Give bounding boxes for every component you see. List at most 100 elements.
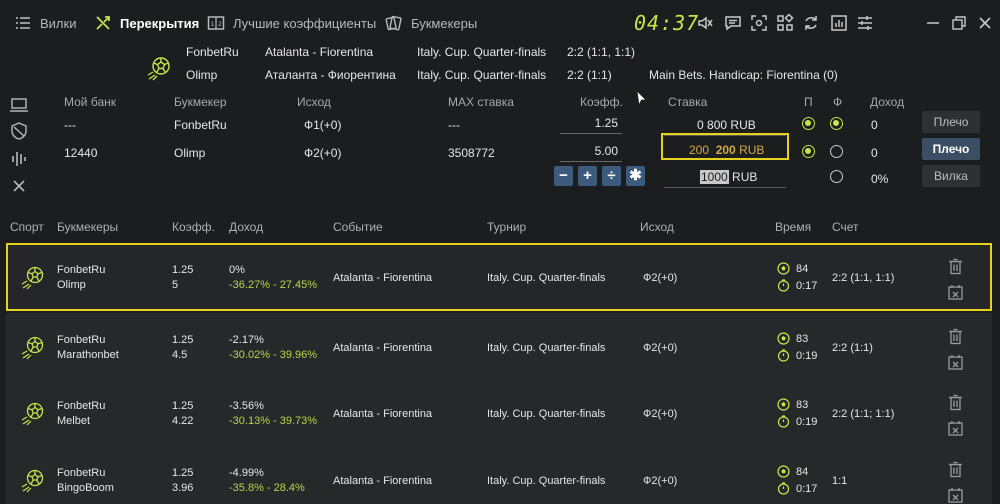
- restore-icon[interactable]: [950, 14, 968, 32]
- hide-event-icon[interactable]: [948, 487, 963, 503]
- calc-outcome-2: Ф2(+0): [304, 146, 342, 160]
- table-row[interactable]: FonbetRu Melbet 1.25 4.22 -3.56% -30.13% - 39…: [6, 379, 992, 447]
- stake-prefix-1: 0: [697, 118, 704, 132]
- screenshot-icon[interactable]: [750, 14, 768, 32]
- scoreboard-icon: 12: [207, 16, 225, 30]
- session-timer: 04:37: [634, 11, 700, 35]
- nav-forks[interactable]: Вилки: [14, 14, 76, 32]
- th-income[interactable]: Доход: [229, 220, 263, 234]
- trash-icon[interactable]: [948, 258, 963, 275]
- stake-currency-2: RUB: [739, 143, 765, 157]
- close-icon[interactable]: [976, 14, 994, 32]
- divide-button[interactable]: ÷: [602, 166, 621, 186]
- hide-event-icon[interactable]: [948, 284, 963, 300]
- row-odds-2: 4.5: [172, 349, 188, 361]
- header-max-stake: MAX ставка: [448, 95, 514, 109]
- th-odds[interactable]: Коэфф.: [172, 220, 215, 234]
- table-row[interactable]: FonbetRu Marathonbet 1.25 4.5 -2.17% -30.02% …: [6, 313, 992, 381]
- laptop-icon[interactable]: [9, 97, 29, 113]
- row-age: 0:17: [796, 483, 818, 495]
- mute-icon[interactable]: [696, 14, 714, 32]
- header-bank: Мой банк: [64, 95, 116, 109]
- stake-input-2[interactable]: 200 200 RUB: [689, 143, 764, 157]
- radio-f-total[interactable]: [830, 170, 843, 183]
- nav-best-odds[interactable]: 12 Лучшие коэффициенты: [207, 14, 376, 32]
- event-bookmaker-1: FonbetRu: [186, 45, 239, 59]
- row-bookmaker-1: FonbetRu: [57, 400, 106, 412]
- widgets-icon[interactable]: [776, 14, 794, 32]
- row-bookmaker-2: Olimp: [57, 279, 86, 291]
- header-f: Ф: [833, 95, 843, 109]
- odds-input-1[interactable]: 1.25: [560, 114, 622, 134]
- nav-best-odds-label: Лучшие коэффициенты: [233, 15, 377, 31]
- top-nav: Вилки Перекрытия 12 Лучшие коэффициенты …: [0, 0, 1000, 48]
- nav-bookmakers[interactable]: Букмекеры: [385, 14, 477, 32]
- soccer-ball-icon: [20, 264, 46, 290]
- row-bookmaker-1: FonbetRu: [57, 264, 106, 276]
- event-market-2: Main Bets. Handicap: Fiorentina (0): [649, 68, 838, 82]
- row-age: 0:19: [796, 416, 818, 428]
- header-income: Доход: [870, 95, 905, 109]
- hide-event-icon[interactable]: [948, 354, 963, 370]
- row-income-range: -30.13% - 39.73%: [229, 415, 318, 427]
- stake-input-1[interactable]: 0 800 RUB: [697, 118, 756, 132]
- row-event: Atalanta - Fiorentina: [333, 475, 433, 487]
- radio-f-1[interactable]: [830, 117, 843, 130]
- row-odds-1: 1.25: [172, 400, 194, 412]
- calc-max-stake-2: 3508772: [448, 146, 495, 160]
- trash-icon[interactable]: [948, 461, 963, 478]
- radio-f-2[interactable]: [830, 145, 843, 158]
- row-age: 0:17: [796, 280, 818, 292]
- row-tournament: Italy. Cup. Quarter-finals: [487, 272, 606, 284]
- trash-icon[interactable]: [948, 394, 963, 411]
- refresh-icon[interactable]: [802, 14, 820, 32]
- th-score[interactable]: Счет: [832, 220, 859, 234]
- leverage-button-1[interactable]: Плечо: [922, 111, 980, 133]
- total-stake-input[interactable]: 1000 RUB: [700, 170, 757, 184]
- th-bookmakers[interactable]: Букмекеры: [57, 220, 118, 234]
- add-button[interactable]: +: [578, 166, 597, 186]
- row-minute: 84: [796, 263, 809, 275]
- chart-icon[interactable]: [830, 14, 848, 32]
- radio-p-2[interactable]: [802, 145, 815, 158]
- shield-icon[interactable]: [9, 122, 29, 140]
- row-income: -2.17%: [229, 334, 264, 346]
- equalizer-icon[interactable]: [9, 150, 29, 168]
- minimize-icon[interactable]: [924, 14, 942, 32]
- calc-income-2: 0: [871, 146, 878, 160]
- th-sport[interactable]: Спорт: [10, 220, 44, 234]
- close-panel-icon[interactable]: [9, 177, 29, 195]
- table-row[interactable]: FonbetRu Olimp 1.25 5 0% -36.27% - 27.45% Atal…: [6, 243, 992, 311]
- th-time[interactable]: Время: [775, 220, 811, 234]
- header-bookmaker: Букмекер: [174, 95, 227, 109]
- row-bookmaker-2: Melbet: [57, 415, 91, 427]
- subtract-button[interactable]: −: [554, 166, 573, 186]
- nav-overlaps[interactable]: Перекрытия: [94, 14, 199, 32]
- settings-sliders-icon[interactable]: [856, 14, 874, 32]
- th-outcome[interactable]: Исход: [640, 220, 674, 234]
- multiply-button[interactable]: ✱: [626, 166, 645, 186]
- soccer-ball-icon: [20, 400, 46, 426]
- hide-event-icon[interactable]: [948, 420, 963, 436]
- trash-icon[interactable]: [948, 328, 963, 345]
- crossed-arrows-icon: [96, 16, 110, 30]
- chat-icon[interactable]: [724, 14, 742, 32]
- row-odds-2: 5: [172, 279, 179, 291]
- row-minute: 83: [796, 333, 809, 345]
- calc-bookmaker-1: FonbetRu: [174, 118, 227, 132]
- fork-button[interactable]: Вилка: [922, 165, 980, 187]
- header-stake: Ставка: [668, 95, 708, 109]
- match-minute-icon: [777, 398, 790, 411]
- row-event: Atalanta - Fiorentina: [333, 408, 433, 420]
- svg-text:2: 2: [218, 21, 222, 28]
- th-event[interactable]: Событие: [333, 220, 383, 234]
- odds-input-2[interactable]: 5.00: [560, 142, 622, 162]
- th-tournament[interactable]: Турнир: [487, 220, 526, 234]
- soccer-ball-icon: [20, 467, 46, 493]
- row-income-range: -30.02% - 39.96%: [229, 349, 318, 361]
- table-row[interactable]: FonbetRu BingoBoom 1.25 3.96 -4.99% -35.8% - …: [6, 446, 992, 504]
- event-score-2: 2:2 (1:1): [567, 68, 612, 82]
- leverage-button-2[interactable]: Плечо: [922, 138, 980, 160]
- radio-p-1[interactable]: [802, 117, 815, 130]
- stake-value-1: 800: [707, 118, 728, 132]
